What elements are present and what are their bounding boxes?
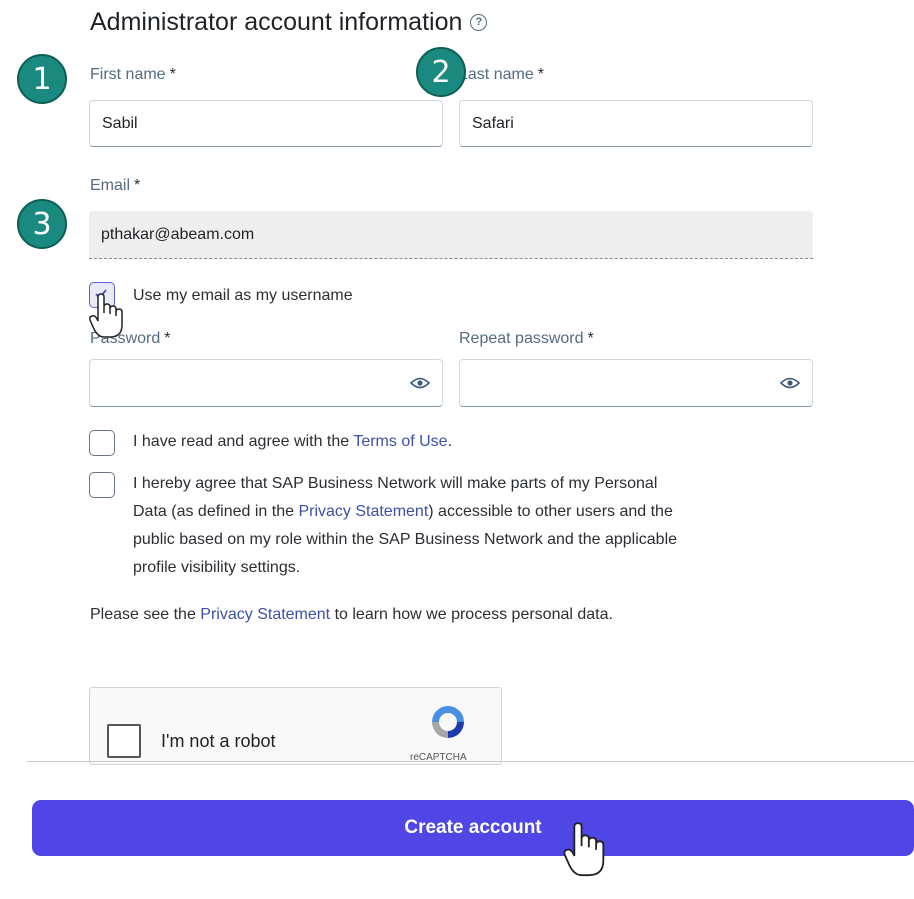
annotation-badge-2: 2: [416, 47, 466, 97]
recaptcha-widget: I'm not a robot reCAPTCHA: [89, 687, 502, 765]
eye-icon[interactable]: [410, 376, 430, 390]
use-email-username-label: Use my email as my username: [133, 287, 353, 304]
annotation-badge-1: 1: [17, 54, 67, 104]
last-name-input[interactable]: Safari: [459, 100, 813, 147]
recaptcha-logo-icon: [432, 706, 464, 738]
create-account-button[interactable]: Create account: [32, 800, 914, 856]
last-name-value: Safari: [472, 114, 514, 132]
privacy-agree-text: I hereby agree that SAP Business Network…: [133, 475, 678, 576]
recaptcha-label: I'm not a robot: [161, 731, 276, 751]
password-input[interactable]: [89, 359, 443, 407]
email-field[interactable]: pthakar@abeam.com: [89, 211, 813, 259]
hand-pointer-icon: [563, 822, 605, 877]
divider: [27, 761, 914, 762]
repeat-password-input[interactable]: [459, 359, 813, 407]
first-name-value: Sabil: [102, 114, 138, 132]
terms-text: I have read and agree with the Terms of …: [133, 433, 453, 450]
recaptcha-checkbox[interactable]: [107, 724, 141, 758]
privacy-statement-link[interactable]: Privacy Statement: [298, 503, 428, 520]
email-value: pthakar@abeam.com: [101, 225, 255, 243]
privacy-note: Please see the Privacy Statement to lear…: [90, 606, 613, 623]
section-title-text: Administrator account information: [90, 8, 463, 36]
terms-checkbox[interactable]: [89, 430, 115, 456]
email-label: Email *: [90, 177, 141, 194]
hand-pointer-icon: [89, 293, 123, 338]
section-title: Administrator account information ?: [90, 8, 488, 37]
first-name-input[interactable]: Sabil: [89, 100, 443, 147]
privacy-agree-checkbox[interactable]: [89, 472, 115, 498]
privacy-statement-link[interactable]: Privacy Statement: [200, 606, 330, 623]
first-name-label: First name *: [90, 66, 176, 83]
last-name-label: Last name *: [459, 66, 544, 83]
annotation-badge-3: 3: [17, 199, 67, 249]
question-circle-icon[interactable]: ?: [470, 14, 488, 31]
eye-icon[interactable]: [780, 376, 800, 390]
repeat-password-label: Repeat password *: [459, 330, 594, 347]
terms-of-use-link[interactable]: Terms of Use: [353, 433, 447, 450]
